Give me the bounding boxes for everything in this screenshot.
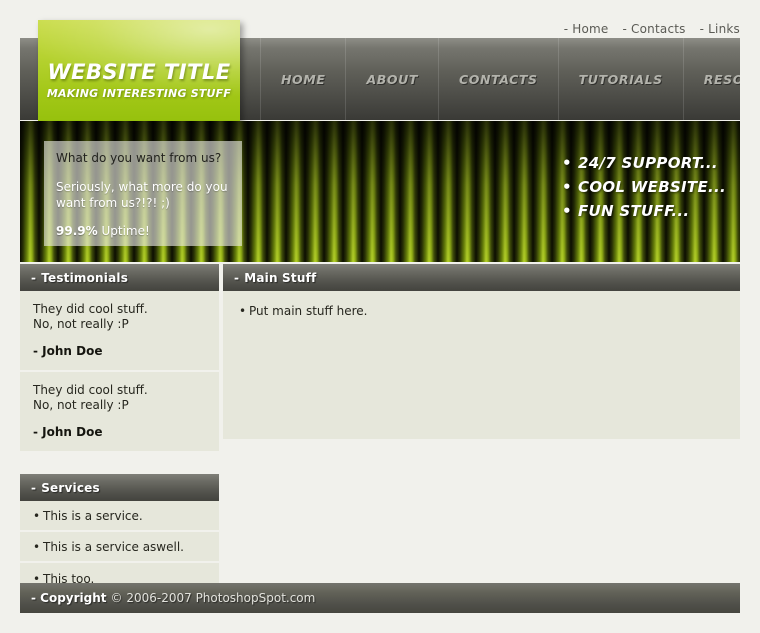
testimonial-line-2: No, not really :P bbox=[33, 398, 129, 412]
nav-item-about[interactable]: ABOUT bbox=[346, 38, 439, 120]
logo-title: WEBSITE TITLE bbox=[47, 59, 231, 84]
testimonial-item: They did cool stuff. No, not really :P -… bbox=[20, 291, 219, 372]
top-link-contacts[interactable]: - Contacts bbox=[623, 22, 686, 36]
sidebar-column: - Testimonials They did cool stuff. No, … bbox=[20, 264, 219, 594]
hero-feature-item: 24/7 SUPPORT... bbox=[562, 151, 726, 175]
top-link-home[interactable]: - Home bbox=[564, 22, 609, 36]
bullet-icon: • bbox=[33, 539, 41, 554]
services-section: - Services • This is a service. • This i… bbox=[20, 474, 219, 594]
hero-feature-item: COOL WEBSITE... bbox=[562, 175, 726, 199]
main-navigation: HOME ABOUT CONTACTS TUTORIALS RESOURCES bbox=[260, 38, 740, 120]
services-heading-label: Services bbox=[41, 480, 100, 495]
testimonial-author: - John Doe bbox=[33, 425, 103, 439]
testimonial-author: - John Doe bbox=[33, 344, 103, 358]
nav-item-contacts[interactable]: CONTACTS bbox=[439, 38, 559, 120]
hero-uptime: 99.9% Uptime! bbox=[56, 224, 230, 238]
testimonial-line-2: No, not really :P bbox=[33, 317, 129, 331]
main-heading: - Main Stuff bbox=[223, 264, 740, 291]
main-column: - Main Stuff Put main stuff here. bbox=[223, 264, 740, 439]
testimonials-panel: They did cool stuff. No, not really :P -… bbox=[20, 291, 219, 451]
nav-item-home[interactable]: HOME bbox=[260, 38, 347, 120]
nav-item-tutorials[interactable]: TUTORIALS bbox=[559, 38, 684, 120]
main-list-item: Put main stuff here. bbox=[239, 304, 724, 318]
testimonials-heading-dash: - bbox=[31, 270, 37, 285]
logo-subtitle: MAKING INTERESTING STUFF bbox=[46, 86, 232, 100]
nav-item-resources[interactable]: RESOURCES bbox=[684, 38, 740, 120]
hero-feature-list: 24/7 SUPPORT... COOL WEBSITE... FUN STUF… bbox=[562, 151, 726, 223]
main-heading-label: Main Stuff bbox=[244, 270, 317, 285]
main-content-panel: Put main stuff here. bbox=[223, 291, 740, 439]
hero-question: What do you want from us? bbox=[56, 151, 222, 165]
main-heading-dash: - bbox=[234, 270, 240, 285]
service-label: This is a service. bbox=[43, 508, 143, 523]
hero-banner: What do you want from us? Seriously, wha… bbox=[20, 121, 740, 262]
site-footer: - Copyright © 2006-2007 PhotoshopSpot.co… bbox=[20, 583, 740, 613]
hero-text-box: What do you want from us? Seriously, wha… bbox=[44, 141, 242, 246]
testimonial-item: They did cool stuff. No, not really :P -… bbox=[20, 372, 219, 451]
services-heading-dash: - bbox=[31, 480, 37, 495]
footer-copyright-label: - Copyright bbox=[31, 591, 107, 605]
service-list-item[interactable]: • This is a service. bbox=[20, 501, 219, 532]
testimonial-line-1: They did cool stuff. bbox=[33, 383, 148, 397]
bullet-icon: • bbox=[33, 508, 41, 523]
testimonials-heading: - Testimonials bbox=[20, 264, 219, 291]
service-list-item[interactable]: • This is a service aswell. bbox=[20, 532, 219, 563]
testimonial-line-1: They did cool stuff. bbox=[33, 302, 148, 316]
services-heading: - Services bbox=[20, 474, 219, 501]
top-link-links[interactable]: - Links bbox=[700, 22, 740, 36]
hero-feature-item: FUN STUFF... bbox=[562, 199, 726, 223]
service-label: This is a service aswell. bbox=[43, 539, 184, 554]
hero-uptime-value: 99.9% bbox=[56, 224, 98, 238]
footer-copyright-text: © 2006-2007 PhotoshopSpot.com bbox=[110, 591, 316, 605]
testimonials-heading-label: Testimonials bbox=[41, 270, 129, 285]
hero-answer: Seriously, what more do you want from us… bbox=[56, 180, 228, 210]
hero-uptime-label: Uptime! bbox=[101, 224, 150, 238]
